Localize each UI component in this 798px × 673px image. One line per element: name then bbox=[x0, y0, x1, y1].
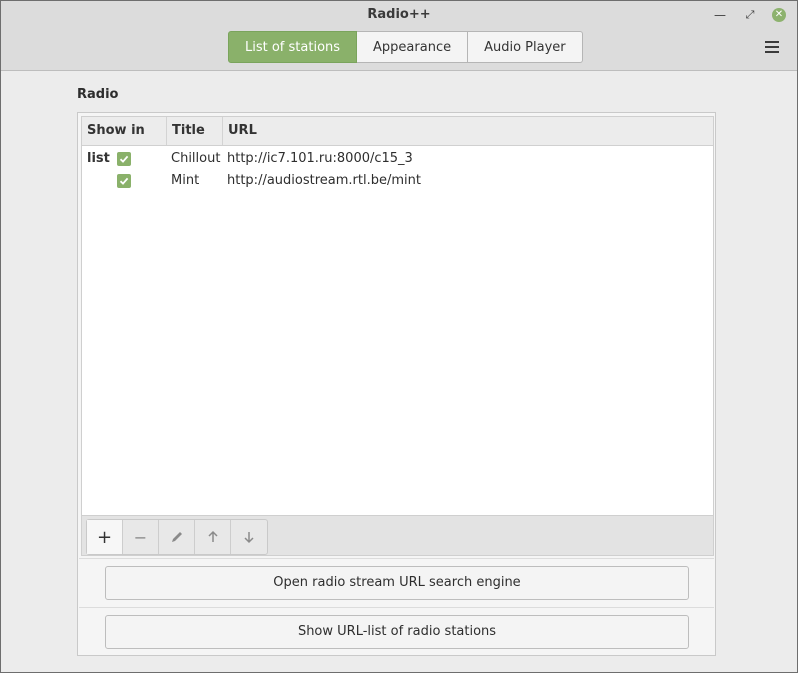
stations-panel: Show in list Title URL Chillout http://i… bbox=[77, 112, 716, 656]
plus-icon: + bbox=[96, 526, 113, 548]
checkmark-icon bbox=[119, 155, 129, 163]
minimize-button[interactable]: — bbox=[711, 6, 729, 24]
stations-list: Show in list Title URL Chillout http://i… bbox=[81, 116, 714, 516]
divider bbox=[79, 558, 714, 559]
show-checkbox[interactable] bbox=[117, 174, 131, 188]
tab-appearance[interactable]: Appearance bbox=[357, 31, 469, 63]
move-up-button[interactable] bbox=[195, 520, 231, 554]
station-title: Chillout bbox=[171, 151, 221, 166]
add-station-button[interactable]: + bbox=[87, 520, 123, 554]
station-title: Mint bbox=[171, 173, 200, 188]
minimize-icon: — bbox=[714, 8, 726, 22]
app-window: Radio++ — ⤢ ✕ List of stations Appearanc… bbox=[0, 0, 798, 673]
arrow-up-icon bbox=[207, 530, 218, 542]
close-icon: ✕ bbox=[772, 8, 786, 22]
tab-switcher: List of stations Appearance Audio Player bbox=[228, 31, 583, 63]
arrow-down-icon bbox=[244, 532, 254, 544]
divider bbox=[79, 607, 714, 608]
open-search-engine-button[interactable]: Open radio stream URL search engine bbox=[105, 566, 689, 600]
remove-station-button[interactable]: − bbox=[123, 520, 159, 554]
edit-station-button[interactable] bbox=[159, 520, 195, 554]
move-down-button[interactable] bbox=[231, 520, 267, 554]
column-header-title[interactable]: Title bbox=[167, 117, 223, 145]
list-toolbar: + − bbox=[81, 516, 714, 556]
close-button[interactable]: ✕ bbox=[770, 6, 788, 24]
window-title: Radio++ bbox=[367, 7, 431, 22]
station-url: http://audiostream.rtl.be/mint bbox=[227, 173, 421, 188]
checkmark-icon bbox=[119, 177, 129, 185]
tab-list-of-stations[interactable]: List of stations bbox=[228, 31, 358, 63]
station-url: http://ic7.101.ru:8000/c15_3 bbox=[227, 151, 413, 166]
header-bar: Radio++ — ⤢ ✕ List of stations Appearanc… bbox=[1, 1, 797, 71]
toolbar-button-group: + − bbox=[86, 519, 268, 555]
table-row[interactable]: Chillout http://ic7.101.ru:8000/c15_3 bbox=[82, 148, 713, 170]
column-header-url[interactable]: URL bbox=[223, 117, 713, 145]
column-header-show[interactable]: Show in list bbox=[82, 117, 167, 166]
hamburger-menu-icon[interactable] bbox=[765, 41, 779, 53]
restore-button[interactable]: ⤢ bbox=[741, 6, 759, 24]
restore-icon: ⤢ bbox=[745, 8, 755, 21]
tab-audio-player[interactable]: Audio Player bbox=[468, 31, 583, 63]
table-row[interactable]: Mint http://audiostream.rtl.be/mint bbox=[82, 170, 713, 192]
show-url-list-button[interactable]: Show URL-list of radio stations bbox=[105, 615, 689, 649]
pencil-icon bbox=[171, 532, 182, 542]
minus-icon: − bbox=[133, 527, 148, 547]
show-checkbox[interactable] bbox=[117, 152, 131, 166]
section-title: Radio bbox=[77, 87, 119, 102]
table-header: Show in list Title URL bbox=[82, 117, 713, 166]
